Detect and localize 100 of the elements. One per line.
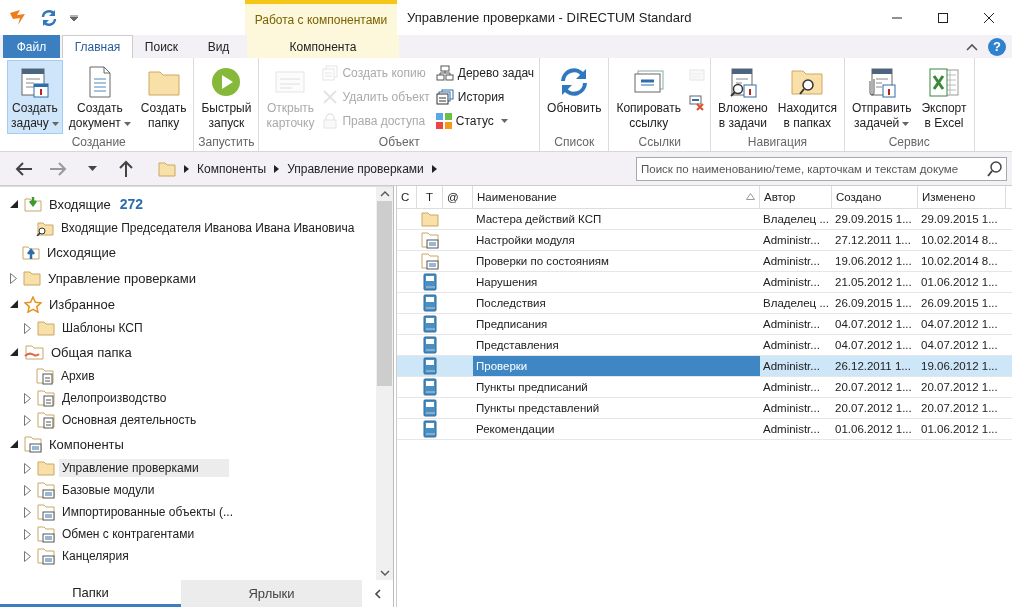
cross-icon bbox=[322, 89, 339, 105]
table-row[interactable]: Предписания Administr... 04.07.2012 1... 04.07.2012 1... bbox=[397, 314, 1012, 335]
breadcrumb-arrow-icon bbox=[184, 164, 189, 173]
table-cell-text: Administr... bbox=[762, 422, 821, 437]
tree-item[interactable]: Избранное bbox=[46, 294, 118, 314]
expand-arrow-icon[interactable] bbox=[24, 322, 31, 334]
tree-item[interactable]: Общая папка bbox=[48, 342, 135, 362]
table-row[interactable]: Проверки по состояниям Administr... 19.06.2012 1... 10.02.2014 8... bbox=[397, 251, 1012, 272]
back-arrow-icon bbox=[15, 161, 33, 176]
column-header[interactable]: Автор bbox=[760, 186, 832, 208]
tree-item[interactable]: Обмен с контрагентами bbox=[59, 525, 198, 543]
table-cell-text: 20.07.2012 1... bbox=[920, 401, 999, 416]
tree-item[interactable]: Основная деятельность bbox=[59, 411, 200, 429]
folder-icon bbox=[158, 160, 176, 177]
spreadsheet-icon bbox=[927, 67, 960, 97]
tree-item[interactable]: Исходящие bbox=[44, 242, 119, 262]
caret-icon bbox=[51, 121, 59, 126]
ribbon-group-label: Список bbox=[553, 135, 596, 151]
ribbon-button[interactable]: Быстрый запуск bbox=[197, 60, 256, 134]
column-header[interactable]: Т bbox=[417, 186, 443, 208]
table-cell-text: 26.09.2015 1... bbox=[920, 296, 999, 311]
column-header[interactable]: С bbox=[397, 186, 417, 208]
column-header[interactable]: Создано bbox=[832, 186, 918, 208]
ribbon-tab[interactable]: Компонента bbox=[247, 35, 399, 58]
ribbon-button[interactable]: Статус bbox=[433, 110, 537, 132]
expand-arrow-icon[interactable] bbox=[24, 506, 31, 518]
tree-item[interactable]: Архив bbox=[58, 367, 98, 385]
table-cell-text: 19.06.2012 1... bbox=[920, 359, 999, 374]
collapse-arrow-icon[interactable] bbox=[10, 348, 18, 356]
tree-item[interactable]: Импортированные объекты (... bbox=[59, 503, 236, 521]
column-header[interactable]: @ bbox=[443, 186, 473, 208]
ribbon-tab[interactable]: Вид bbox=[190, 35, 247, 58]
table-row[interactable]: Нарушения Administr... 21.05.2012 1... 01.06.2012 1... bbox=[397, 272, 1012, 293]
table-row[interactable]: Настройки модуля Administr... 27.12.2011 1... 10.02.2014 8... bbox=[397, 230, 1012, 251]
customize-caret-icon bbox=[70, 14, 78, 21]
table-row[interactable]: Пункты представлений Administr... 20.07.2012 1... 20.07.2012 1... bbox=[397, 398, 1012, 419]
ribbon-button[interactable]: Обновить bbox=[543, 60, 606, 134]
ribbon-button[interactable]: Создать задачу bbox=[7, 60, 63, 134]
ribbon-button[interactable]: Копировать ссылку bbox=[612, 60, 686, 134]
tree-item[interactable]: Входящие Председателя Иванова Ивана Ивановича bbox=[58, 219, 358, 237]
expand-arrow-icon[interactable] bbox=[24, 414, 31, 426]
book-icon bbox=[422, 399, 438, 417]
expand-arrow-icon[interactable] bbox=[24, 550, 31, 562]
scrollbar[interactable] bbox=[376, 187, 393, 580]
table-row[interactable]: Проверки Administr... 26.12.2011 1... 19.06.2012 1... bbox=[397, 356, 1012, 377]
tree-item[interactable]: Шаблоны КСП bbox=[59, 319, 146, 337]
help-button[interactable]: ? bbox=[988, 37, 1006, 56]
tree-item[interactable]: Управление проверками bbox=[59, 459, 229, 477]
breadcrumb-arrow-icon bbox=[431, 164, 437, 173]
tree-item[interactable]: Входящие bbox=[46, 194, 114, 214]
status-icon bbox=[435, 113, 452, 129]
ribbon-button[interactable]: Создать документ bbox=[64, 60, 135, 134]
collapse-arrow-icon[interactable] bbox=[10, 440, 18, 448]
ribbon-button[interactable]: Находится в папках bbox=[773, 60, 841, 134]
ribbon-button[interactable]: Создать папку bbox=[136, 60, 191, 134]
table-row[interactable]: Рекомендации Administr... 01.06.2012 1... 01.06.2012 1... bbox=[397, 419, 1012, 440]
ribbon-button[interactable]: Дерево задач bbox=[433, 62, 537, 84]
table-cell-text: 20.07.2012 1... bbox=[834, 380, 913, 395]
collapse-arrow-icon[interactable] bbox=[10, 200, 18, 208]
ribbon-button[interactable]: Экспорт в Excel bbox=[917, 60, 971, 134]
breadcrumb-item[interactable]: Компоненты bbox=[197, 161, 267, 176]
table-row[interactable]: Последствия Владелец ... 26.09.2015 1... 26.09.2015 1... bbox=[397, 293, 1012, 314]
ribbon-tab[interactable]: Главная bbox=[62, 35, 133, 58]
expand-arrow-icon[interactable] bbox=[24, 528, 31, 540]
expand-arrow-icon[interactable] bbox=[24, 392, 31, 404]
scrollbar-thumb[interactable] bbox=[377, 201, 392, 386]
table-cell-text: 04.07.2012 1... bbox=[834, 317, 913, 332]
expand-arrow-icon[interactable] bbox=[10, 272, 17, 284]
panel-tab[interactable]: Ярлыки bbox=[181, 580, 362, 607]
ribbon-group-label: Запустить bbox=[197, 135, 256, 151]
up-arrow-icon bbox=[119, 159, 133, 178]
book-icon bbox=[422, 336, 438, 354]
tree-item[interactable]: Базовые модули bbox=[59, 481, 158, 499]
document-folder-icon bbox=[36, 367, 54, 385]
ribbon-button[interactable]: Отправить задачей bbox=[847, 60, 916, 134]
book-icon bbox=[422, 315, 438, 333]
ribbon-button[interactable]: Вложено в задачи bbox=[714, 60, 772, 134]
expand-arrow-icon[interactable] bbox=[24, 462, 31, 474]
tree-item[interactable]: Компоненты bbox=[46, 434, 127, 454]
tree-item[interactable]: Канцелярия bbox=[59, 547, 132, 565]
breadcrumb-arrow-icon bbox=[274, 164, 280, 173]
ribbon-button[interactable]: История bbox=[433, 86, 537, 108]
search-folder-icon bbox=[36, 220, 54, 236]
table-row[interactable]: Пункты предписаний Administr... 20.07.2012 1... 20.07.2012 1... bbox=[397, 377, 1012, 398]
table-cell-text: Владелец ... bbox=[762, 296, 830, 311]
column-header[interactable]: Наименование bbox=[473, 186, 760, 208]
table-cell-text: Мастера действий КСП bbox=[475, 212, 603, 227]
collapse-arrow-icon[interactable] bbox=[10, 300, 18, 308]
table-cell-text: Последствия bbox=[475, 296, 547, 311]
table-row[interactable]: Мастера действий КСП Владелец ... 29.09.2015 1... 29.09.2015 1... bbox=[397, 209, 1012, 230]
expand-arrow-icon[interactable] bbox=[24, 484, 31, 496]
ribbon-tab[interactable]: Поиск bbox=[133, 35, 190, 58]
search-field[interactable]: Поиск по наименованию/теме, карточкам и текстам докуме bbox=[636, 156, 1007, 181]
column-header[interactable]: Изменено bbox=[918, 186, 1006, 208]
folder-icon bbox=[421, 211, 439, 227]
tree-item[interactable]: Управление проверками bbox=[45, 268, 199, 288]
tree-item[interactable]: Делопроизводство bbox=[59, 389, 170, 407]
breadcrumb-item[interactable]: Управление проверками bbox=[287, 161, 424, 176]
ribbon-tab[interactable]: Файл bbox=[3, 35, 60, 58]
table-cell-text: Настройки модуля bbox=[475, 233, 576, 248]
